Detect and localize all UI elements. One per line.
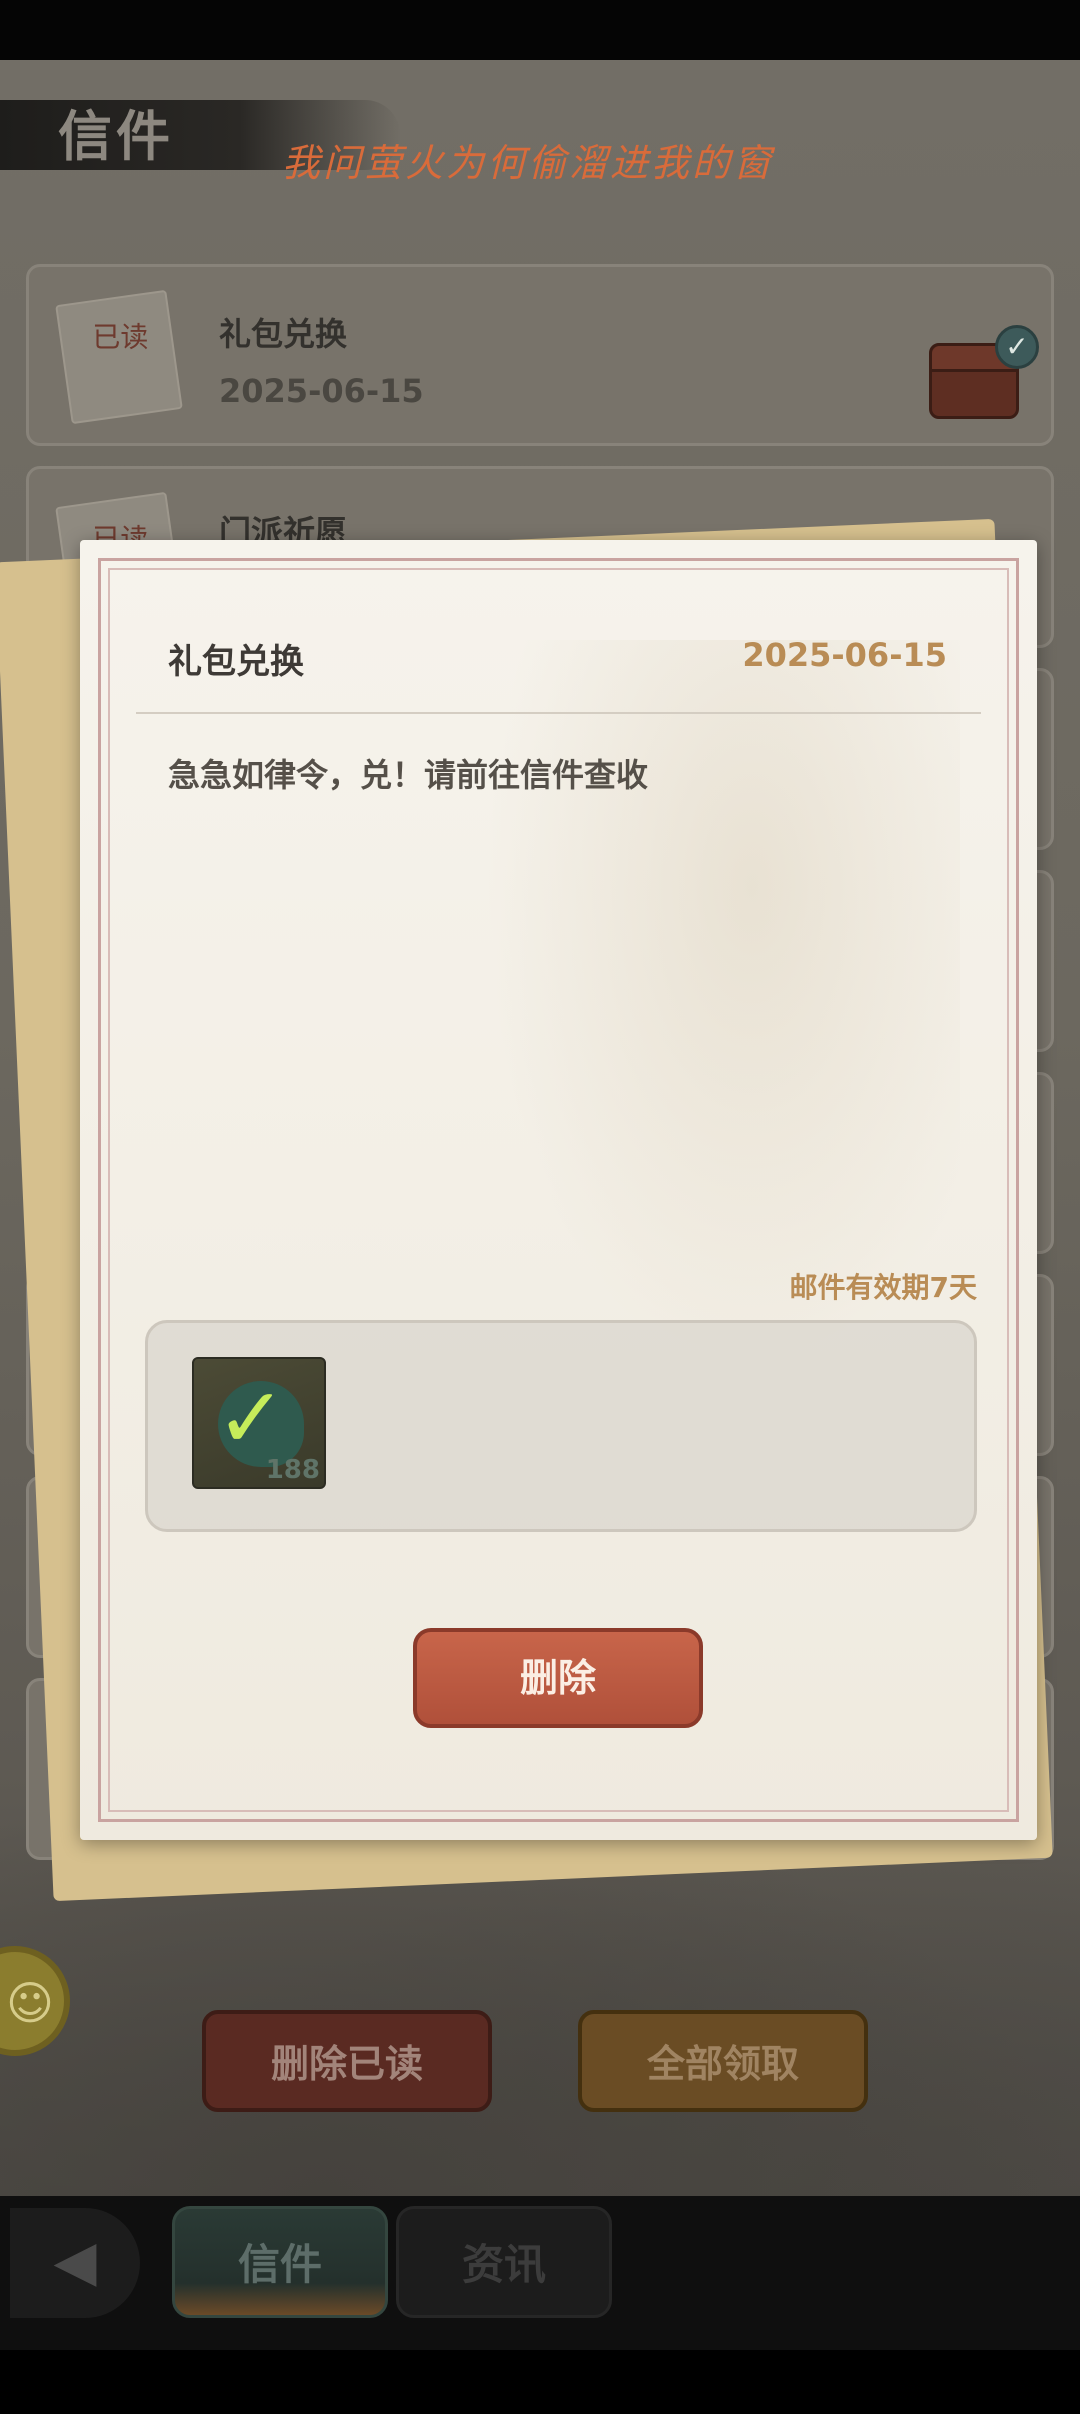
read-badge: 已读	[92, 320, 149, 354]
delete-read-button[interactable]: 删除已读	[202, 2010, 492, 2112]
screen: 信件 我问萤火为何偷溜进我的窗 已读 礼包兑换 2025-06-15 ✓ 已读 …	[0, 0, 1080, 2414]
modal-date: 2025-06-15	[742, 636, 947, 674]
mail-date: 2025-06-15	[219, 372, 424, 410]
mail-detail-modal: 礼包兑换 2025-06-15 急急如律令，兑！请前往信件查收 邮件有效期7天 …	[80, 540, 1037, 1840]
bubble-icon: ☺	[6, 1976, 54, 2030]
claim-all-button[interactable]: 全部领取	[578, 2010, 868, 2112]
attachment-item[interactable]: ✓ 188	[192, 1357, 326, 1489]
tab-news[interactable]: 资讯	[396, 2206, 612, 2318]
tab-mail[interactable]: 信件	[172, 2206, 388, 2318]
check-icon: ✓	[995, 325, 1039, 369]
page-title: 信件	[58, 104, 174, 168]
mail-title: 礼包兑换	[219, 315, 348, 353]
letter-icon: 已读	[55, 289, 183, 425]
modal-title: 礼包兑换	[168, 642, 304, 682]
scrolling-marquee: 我问萤火为何偷溜进我的窗	[282, 141, 775, 185]
system-nav-bar	[0, 2350, 1080, 2414]
delete-button[interactable]: 删除	[413, 1628, 703, 1728]
check-icon: ✓	[216, 1369, 287, 1467]
status-bar	[0, 0, 1080, 60]
modal-message: 急急如律令，兑！请前往信件查收	[168, 756, 649, 794]
modal-divider	[136, 712, 981, 714]
back-arrow-icon: ◀	[53, 2229, 97, 2294]
back-button[interactable]: ◀	[10, 2208, 140, 2318]
mail-list-item[interactable]: 已读 礼包兑换 2025-06-15 ✓	[26, 264, 1054, 446]
expiry-notice: 邮件有效期7天	[789, 1271, 977, 1304]
attachment-quantity: 188	[265, 1455, 320, 1485]
attachment-panel: ✓ 188	[145, 1320, 977, 1532]
